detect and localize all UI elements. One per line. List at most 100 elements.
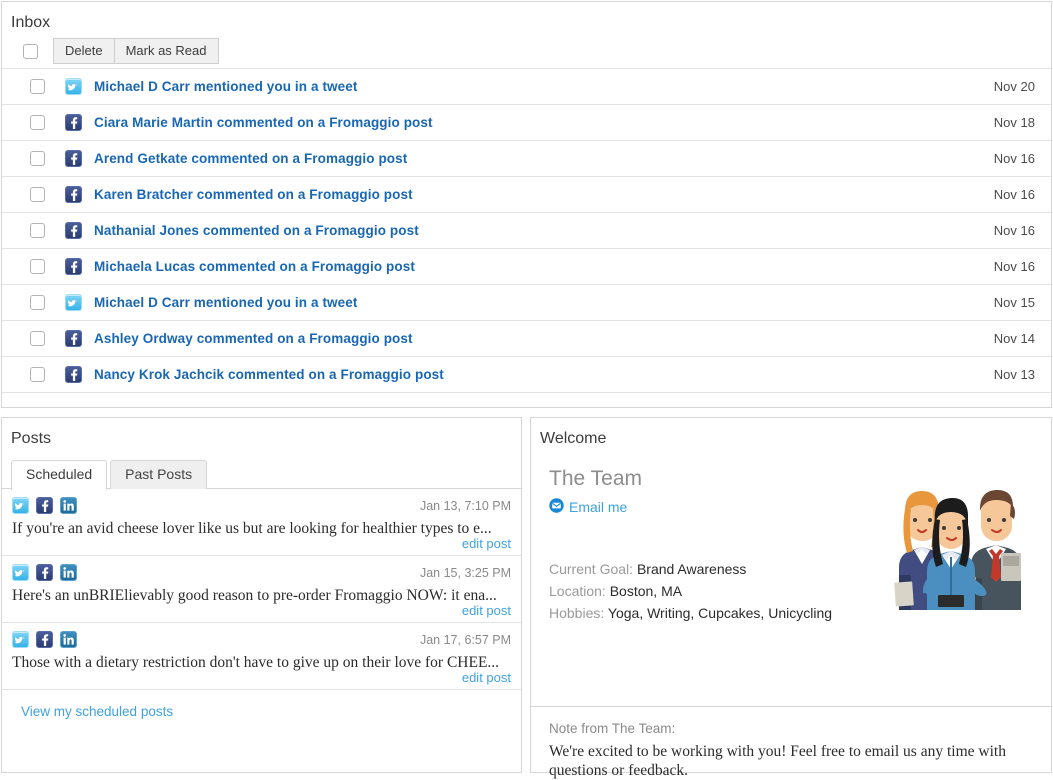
inbox-row[interactable]: Nancy Krok Jachcik commented on a Fromag… bbox=[2, 357, 1051, 393]
edit-post-link[interactable]: edit post bbox=[12, 603, 511, 618]
note-label: Note from The Team: bbox=[549, 721, 676, 736]
facebook-icon bbox=[65, 150, 82, 167]
inbox-toolbar: Delete Mark as Read bbox=[2, 34, 1051, 68]
post-network-icons bbox=[12, 564, 77, 581]
inbox-row-title[interactable]: Michaela Lucas commented on a Fromaggio … bbox=[94, 259, 994, 274]
team-meta-label: Location: bbox=[549, 583, 606, 599]
facebook-icon bbox=[65, 222, 82, 239]
inbox-row[interactable]: Ashley Ordway commented on a Fromaggio p… bbox=[2, 321, 1051, 357]
post-date: Jan 13, 7:10 PM bbox=[419, 498, 511, 513]
inbox-row-network-icon bbox=[65, 366, 82, 383]
inbox-row[interactable]: Michael D Carr mentioned you in a tweet N… bbox=[2, 69, 1051, 105]
delete-button[interactable]: Delete bbox=[53, 38, 115, 64]
inbox-row-date: Nov 16 bbox=[993, 259, 1035, 274]
inbox-row[interactable]: Michael D Carr mentioned you in a tweet N… bbox=[2, 285, 1051, 321]
facebook-icon bbox=[65, 366, 82, 383]
inbox-row-checkbox[interactable] bbox=[30, 331, 45, 346]
facebook-icon bbox=[65, 114, 82, 131]
posts-title: Posts bbox=[11, 430, 52, 447]
inbox-row-network-icon bbox=[65, 78, 82, 95]
facebook-icon bbox=[65, 258, 82, 275]
posts-panel: Posts Scheduled Past Posts Jan 13, 7:10 P… bbox=[1, 417, 522, 773]
inbox-row-title[interactable]: Ciara Marie Martin commented on a Fromag… bbox=[94, 115, 994, 130]
inbox-row-title[interactable]: Nancy Krok Jachcik commented on a Fromag… bbox=[94, 367, 994, 382]
select-all-checkbox[interactable] bbox=[23, 43, 38, 59]
inbox-row-date: Nov 16 bbox=[993, 223, 1035, 238]
edit-post-link[interactable]: edit post bbox=[12, 670, 511, 685]
team-meta-value: Brand Awareness bbox=[636, 561, 747, 577]
post-date: Jan 17, 6:57 PM bbox=[419, 632, 511, 647]
post-item: Jan 13, 7:10 PM If you're an avid cheese … bbox=[2, 489, 521, 556]
post-date: Jan 15, 3:25 PM bbox=[419, 565, 511, 580]
twitter-icon bbox=[12, 564, 29, 581]
inbox-action-buttons: Delete Mark as Read bbox=[53, 38, 219, 64]
mark-as-read-button[interactable]: Mark as Read bbox=[114, 38, 219, 64]
inbox-row-title[interactable]: Karen Bratcher commented on a Fromaggio … bbox=[94, 187, 994, 202]
linkedin-icon bbox=[60, 631, 77, 648]
inbox-panel: Inbox Delete Mark as Read Michael D Carr… bbox=[1, 1, 1052, 408]
inbox-row-title[interactable]: Ashley Ordway commented on a Fromaggio p… bbox=[94, 331, 994, 346]
inbox-row-date: Nov 16 bbox=[993, 151, 1035, 166]
twitter-icon bbox=[12, 631, 29, 648]
team-meta-label: Hobbies: bbox=[549, 605, 605, 621]
email-me-label: Email me bbox=[569, 499, 628, 515]
post-header: Jan 13, 7:10 PM bbox=[12, 497, 511, 514]
inbox-row-date: Nov 20 bbox=[993, 79, 1035, 94]
inbox-row-network-icon bbox=[65, 186, 82, 203]
twitter-icon bbox=[65, 294, 82, 311]
inbox-row-title[interactable]: Arend Getkate commented on a Fromaggio p… bbox=[94, 151, 994, 166]
inbox-row[interactable]: Karen Bratcher commented on a Fromaggio … bbox=[2, 177, 1051, 213]
inbox-row-network-icon bbox=[65, 114, 82, 131]
inbox-row-checkbox[interactable] bbox=[30, 295, 45, 310]
inbox-row-network-icon bbox=[65, 258, 82, 275]
welcome-body: The Team Email me Current Goal: Brand Aw… bbox=[531, 450, 1051, 706]
twitter-icon bbox=[65, 78, 82, 95]
facebook-icon bbox=[65, 330, 82, 347]
post-network-icons bbox=[12, 631, 77, 648]
inbox-row-checkbox[interactable] bbox=[30, 367, 45, 382]
posts-list: Jan 13, 7:10 PM If you're an avid cheese … bbox=[2, 489, 521, 690]
posts-tabs: Scheduled Past Posts bbox=[2, 459, 521, 490]
welcome-panel: Welcome The Team Email me Current Goal: … bbox=[530, 417, 1052, 779]
post-text: If you're an avid cheese lover like us b… bbox=[12, 520, 492, 537]
tab-past-posts[interactable]: Past Posts bbox=[110, 460, 208, 489]
inbox-row-network-icon bbox=[65, 330, 82, 347]
inbox-row-checkbox[interactable] bbox=[30, 115, 45, 130]
facebook-icon bbox=[36, 564, 53, 581]
welcome-title: Welcome bbox=[540, 430, 607, 447]
inbox-row-checkbox[interactable] bbox=[30, 79, 45, 94]
post-item: Jan 17, 6:57 PM Those with a dietary rest… bbox=[2, 623, 521, 690]
post-text: Here's an unBRIElievably good reason to … bbox=[12, 587, 497, 604]
posts-footer: View my scheduled posts bbox=[2, 690, 521, 721]
inbox-row-checkbox[interactable] bbox=[30, 151, 45, 166]
inbox-row-title[interactable]: Michael D Carr mentioned you in a tweet bbox=[94, 79, 994, 94]
team-note: Note from The Team: We're excited to be … bbox=[531, 706, 1051, 780]
linkedin-icon bbox=[60, 564, 77, 581]
inbox-row[interactable]: Michaela Lucas commented on a Fromaggio … bbox=[2, 249, 1051, 285]
inbox-row-network-icon bbox=[65, 294, 82, 311]
team-meta-value: Yoga, Writing, Cupcakes, Unicycling bbox=[607, 605, 833, 621]
inbox-row-network-icon bbox=[65, 222, 82, 239]
inbox-row-checkbox[interactable] bbox=[30, 223, 45, 238]
inbox-row-date: Nov 16 bbox=[993, 187, 1035, 202]
inbox-row-date: Nov 15 bbox=[993, 295, 1035, 310]
email-me-link[interactable]: Email me bbox=[549, 498, 627, 516]
edit-post-link[interactable]: edit post bbox=[12, 536, 511, 551]
inbox-row-checkbox[interactable] bbox=[30, 259, 45, 274]
inbox-row[interactable]: Nathanial Jones commented on a Fromaggio… bbox=[2, 213, 1051, 249]
team-illustration bbox=[875, 483, 1025, 610]
inbox-row-network-icon bbox=[65, 150, 82, 167]
team-meta-value: Boston, MA bbox=[609, 583, 683, 599]
inbox-row-date: Nov 18 bbox=[993, 115, 1035, 130]
inbox-row[interactable]: Arend Getkate commented on a Fromaggio p… bbox=[2, 141, 1051, 177]
inbox-row[interactable]: Ciara Marie Martin commented on a Fromag… bbox=[2, 105, 1051, 141]
facebook-icon bbox=[65, 186, 82, 203]
inbox-row-date: Nov 13 bbox=[993, 367, 1035, 382]
post-text: Those with a dietary restriction don't h… bbox=[12, 654, 500, 671]
tab-scheduled[interactable]: Scheduled bbox=[11, 460, 108, 490]
view-scheduled-posts-link[interactable]: View my scheduled posts bbox=[21, 704, 173, 719]
inbox-row-checkbox[interactable] bbox=[30, 187, 45, 202]
inbox-row-title[interactable]: Nathanial Jones commented on a Fromaggio… bbox=[94, 223, 994, 238]
inbox-row-title[interactable]: Michael D Carr mentioned you in a tweet bbox=[94, 295, 994, 310]
post-network-icons bbox=[12, 497, 77, 514]
